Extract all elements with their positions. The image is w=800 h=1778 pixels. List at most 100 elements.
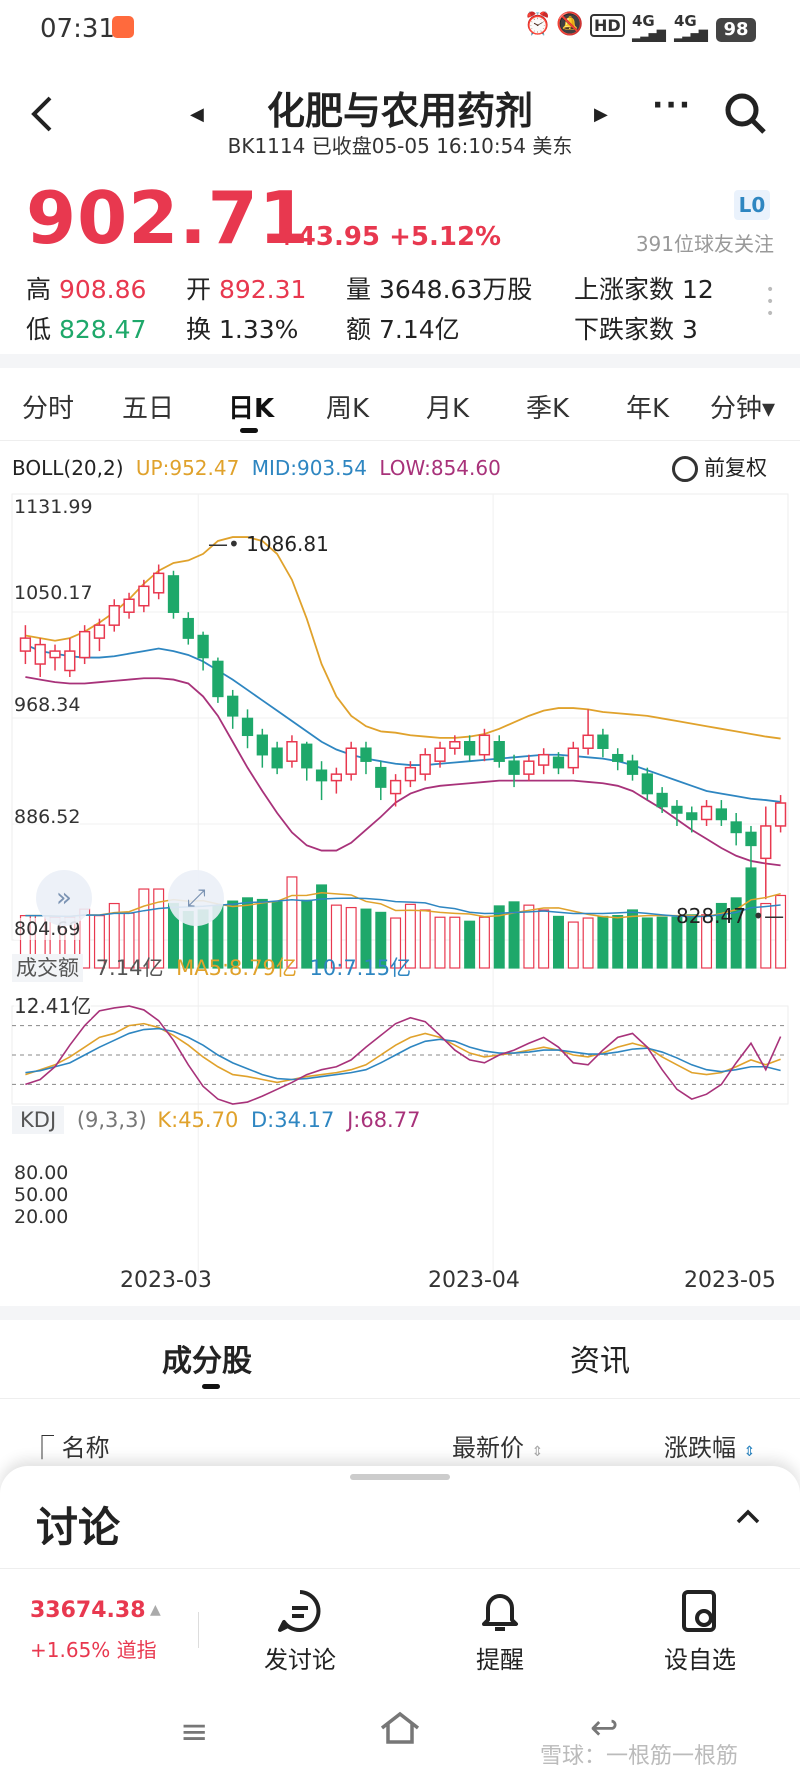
candle-body [138, 585, 150, 607]
expand-dots-icon[interactable]: • • • [766, 283, 774, 321]
expand-panel-icon[interactable]: » [36, 870, 92, 926]
candle-body [256, 734, 268, 756]
index-change[interactable]: +1.65% 道指 [30, 1634, 157, 1663]
volume-bar [597, 915, 609, 969]
candle-body [626, 760, 639, 775]
adjust-toggle[interactable]: 前复权 [672, 452, 767, 482]
kdj-j-value: J:68.77 [347, 1108, 421, 1132]
page-title: 化肥与农用药剂 [266, 89, 533, 133]
stat-turnover-value: 1.33% [218, 315, 299, 344]
boll-up-line [25, 536, 781, 740]
volume-bar [656, 916, 668, 969]
volume-bar [434, 916, 446, 969]
tab-daily-k[interactable]: 日K [228, 388, 274, 425]
stat-high-value: 908.86 [58, 275, 147, 304]
kline-chart[interactable] [0, 490, 800, 1290]
candle-body [552, 756, 565, 769]
followers-count[interactable]: 391位球友关注 [610, 228, 774, 257]
more-icon[interactable]: ··· [652, 88, 692, 123]
stat-open-label: 开 [186, 275, 212, 304]
volume-label[interactable]: 成交额 [12, 954, 83, 982]
alert-button[interactable]: 提醒 [440, 1588, 560, 1675]
volume-bar [523, 904, 535, 969]
volume-ma5: MA5:8.79亿 [176, 956, 297, 980]
candle-body [197, 634, 209, 659]
divider [0, 354, 800, 368]
price-change-value: +43.95 [276, 222, 381, 252]
y-tick-label: 968.34 [14, 694, 81, 716]
candle-body [34, 643, 46, 665]
list-header-change[interactable]: 涨跌幅 ⇕ [664, 1428, 755, 1463]
list-header-price-label: 最新价 [452, 1434, 524, 1462]
volume-bar [627, 909, 639, 969]
stat-down-value: 3 [681, 315, 698, 344]
list-header-price[interactable]: 最新价 ⇕ [452, 1428, 543, 1463]
stat-amount-value: 7.14亿 [378, 315, 460, 344]
tab-constituents[interactable]: 成分股 [162, 1336, 252, 1380]
y-tick-label: 886.52 [14, 806, 81, 828]
battery-indicator: 98 [716, 18, 756, 42]
tab-active-indicator [240, 428, 258, 433]
price-change: +43.95 +5.12% [276, 222, 501, 252]
fullscreen-icon[interactable]: ⤢ [168, 870, 224, 926]
adjust-icon [672, 456, 698, 482]
candle-body [301, 743, 313, 769]
menu-nav-icon[interactable]: ≡ [180, 1712, 209, 1752]
tab-timeshare[interactable]: 分时 [22, 388, 74, 425]
mute-icon: 🔕 [556, 12, 584, 37]
volume-legend: 成交额 7.14亿 MA5:8.79亿 10:7.15亿 [12, 952, 411, 982]
volume-bar [612, 915, 624, 969]
tab-five-day[interactable]: 五日 [122, 388, 174, 425]
search-icon[interactable] [722, 90, 770, 138]
tab-yearly-k[interactable]: 年K [626, 388, 669, 425]
candle-body [108, 604, 120, 626]
home-nav-icon[interactable] [378, 1708, 422, 1748]
divider [0, 1306, 800, 1320]
price-pane-frame [11, 493, 789, 941]
kdj-k-value: K:45.70 [157, 1108, 239, 1132]
page-header: ◀ 化肥与农用药剂 ▶ BK1114 已收盘05-05 16:10:54 美东 … [0, 66, 800, 162]
candle-body [241, 717, 254, 737]
volume-bar [419, 909, 431, 969]
volume-bar [538, 909, 550, 969]
post-discussion-button[interactable]: 发讨论 [240, 1588, 360, 1675]
sheet-drag-handle[interactable] [350, 1474, 450, 1480]
candle-body [760, 825, 772, 860]
boll-legend: BOLL(20,2) UP:952.47 MID:903.54 LOW:854.… [12, 456, 501, 480]
volume-bar [478, 916, 490, 969]
add-watchlist-button[interactable]: 设自选 [640, 1588, 760, 1675]
candle-body [449, 741, 461, 749]
volume-value: 7.14亿 [95, 956, 164, 980]
back-arrow-icon[interactable] [26, 94, 56, 134]
candle-body [686, 812, 698, 821]
candle-body [523, 760, 535, 775]
level-badge[interactable]: L0 [734, 190, 770, 220]
kdj-label[interactable]: KDJ [12, 1106, 65, 1134]
candle-body [434, 747, 446, 762]
collapse-chevron-icon[interactable] [734, 1506, 762, 1526]
tab-news[interactable]: 资讯 [570, 1336, 630, 1380]
status-time: 07:31 [40, 14, 115, 44]
next-stock-icon[interactable]: ▶ [594, 104, 608, 125]
candle-body [656, 792, 668, 808]
tab-monthly-k[interactable]: 月K [426, 388, 469, 425]
divider [198, 1612, 199, 1648]
volume-bar [641, 917, 653, 969]
boll-low-line [25, 676, 781, 867]
stat-turnover-label: 换 [186, 315, 212, 344]
list-header-name[interactable]: ⎾ 名称 [30, 1428, 110, 1463]
tab-quarterly-k[interactable]: 季K [526, 388, 569, 425]
candle-body [493, 741, 505, 762]
kdj-level-label: 80.00 [14, 1162, 69, 1184]
index-value[interactable]: 33674.38 [30, 1598, 146, 1623]
app-notification-icon [112, 16, 134, 38]
boll-up-value: UP:952.47 [135, 456, 240, 480]
adjust-label: 前复权 [704, 456, 767, 480]
tab-weekly-k[interactable]: 周K [326, 388, 369, 425]
candle-body [463, 741, 476, 756]
prev-stock-icon[interactable]: ◀ [190, 104, 204, 125]
compose-icon [278, 1590, 321, 1632]
tab-minute[interactable]: 分钟▾ [710, 388, 775, 425]
stat-volume: 量 3648.63万股 [346, 270, 532, 306]
boll-mid-value: MID:903.54 [251, 456, 367, 480]
